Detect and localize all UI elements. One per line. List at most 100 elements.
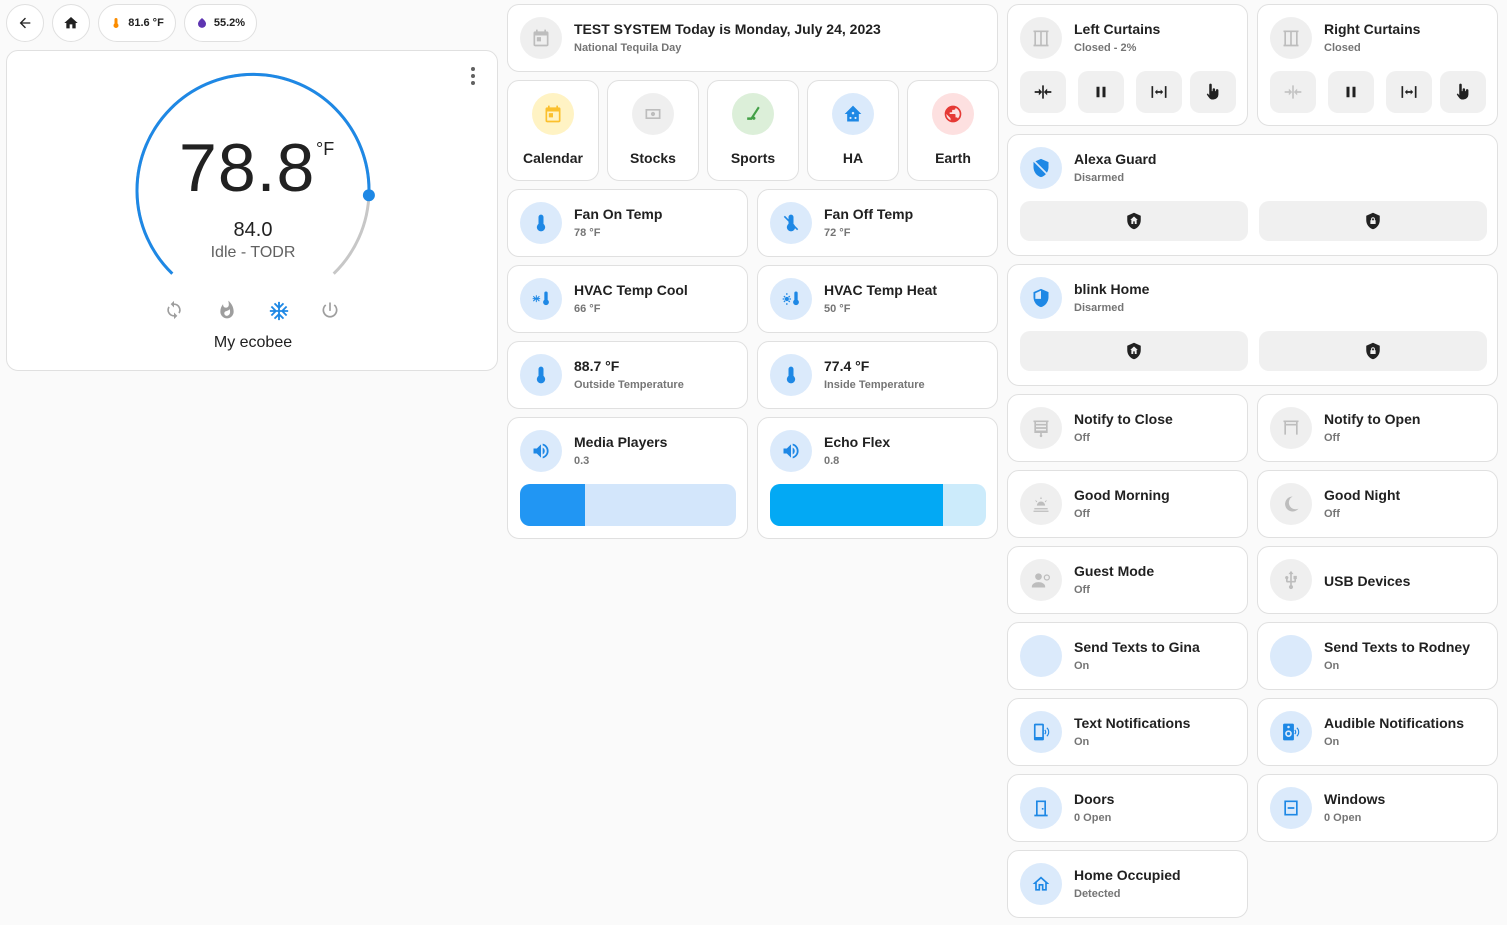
guest-mode-tile[interactable]: Guest Mode Off <box>1007 546 1248 614</box>
media-volume-slider[interactable] <box>520 484 736 526</box>
send-texts-rodney-tile[interactable]: Send Texts to Rodney On <box>1257 622 1498 690</box>
temp-unit: °F <box>316 139 335 159</box>
shortcut-sports[interactable]: Sports <box>707 80 799 181</box>
weather-sunset-up-icon <box>1020 483 1062 525</box>
shortcut-calendar[interactable]: Calendar <box>507 80 599 181</box>
fan-off-temp-tile[interactable]: Fan Off Temp 72 °F <box>757 189 998 257</box>
arm-away-button[interactable] <box>1259 331 1487 371</box>
stop-curtains-button[interactable] <box>1078 71 1124 113</box>
usb-devices-tile[interactable]: USB Devices <box>1257 546 1498 614</box>
stop-curtains-button[interactable] <box>1328 71 1374 113</box>
good-morning-tile[interactable]: Good Morning Off <box>1007 470 1248 538</box>
open-curtains-button[interactable] <box>1020 71 1066 113</box>
globe-icon <box>932 93 974 135</box>
tile-state: 0.3 <box>574 455 590 467</box>
tile-name: Good Night <box>1324 487 1401 503</box>
echo-volume-slider[interactable] <box>770 484 986 526</box>
thermometer-icon <box>113 18 119 28</box>
notify-to-open-tile[interactable]: Notify to Open Off <box>1257 394 1498 462</box>
alexa-guard-card[interactable]: Alexa Guard Disarmed <box>1007 134 1498 256</box>
arm-home-button[interactable] <box>1020 201 1248 241</box>
account-clock-icon <box>1020 559 1062 601</box>
shortcut-label: Stocks <box>630 150 676 166</box>
left-curtains-card[interactable]: Left Curtains Closed - 2% <box>1007 4 1248 126</box>
tile-name: Audible Notifications <box>1324 715 1464 731</box>
arm-away-button[interactable] <box>1259 201 1487 241</box>
shield-home-icon <box>1127 342 1141 360</box>
windows-tile[interactable]: Windows 0 Open <box>1257 774 1498 842</box>
home-button[interactable] <box>52 4 90 42</box>
hockey-stick-icon <box>732 93 774 135</box>
curtain-position-button[interactable] <box>1440 71 1486 113</box>
tile-state: Off <box>1324 508 1340 520</box>
tile-name: Guest Mode <box>1074 563 1155 579</box>
cool-mode-icon[interactable] <box>268 300 290 322</box>
send-texts-gina-tile[interactable]: Send Texts to Gina On <box>1007 622 1248 690</box>
shortcut-label: HA <box>842 150 864 166</box>
home-assistant-icon <box>832 93 874 135</box>
fan-on-temp-tile[interactable]: Fan On Temp 78 °F <box>507 189 748 257</box>
tile-name: Windows <box>1324 791 1386 807</box>
tile-state: Detected <box>1074 888 1121 900</box>
hand-pointer-icon <box>1456 83 1469 100</box>
hvac-temp-cool-tile[interactable]: HVAC Temp Cool 66 °F <box>507 265 748 333</box>
home-outline-icon <box>1020 863 1062 905</box>
target-temp-handle[interactable] <box>362 189 375 202</box>
tile-state: 66 °F <box>574 303 601 315</box>
text-notifications-tile[interactable]: Text Notifications On <box>1007 698 1248 766</box>
shortcut-ha[interactable]: HA <box>807 80 899 181</box>
shield-lock-icon <box>1366 212 1380 230</box>
humidity-chip[interactable]: 55.2% <box>184 4 257 42</box>
shield-lock-icon <box>1366 342 1380 360</box>
home-occupied-tile[interactable]: Home Occupied Detected <box>1007 850 1248 918</box>
tile-name: HVAC Temp Cool <box>574 282 688 298</box>
heat-mode-icon[interactable] <box>217 300 237 320</box>
shortcut-earth[interactable]: Earth <box>907 80 999 181</box>
humidity-value: 55.2% <box>213 17 246 29</box>
tile-name: Alexa Guard <box>1074 151 1157 167</box>
audible-notifications-tile[interactable]: Audible Notifications On <box>1257 698 1498 766</box>
inside-temp-tile[interactable]: 77.4 °F Inside Temperature <box>757 341 998 409</box>
power-icon[interactable] <box>320 300 340 320</box>
auto-mode-icon[interactable] <box>164 300 184 320</box>
tile-name: Right Curtains <box>1324 21 1421 37</box>
good-night-tile[interactable]: Good Night Off <box>1257 470 1498 538</box>
tile-name: Send Texts to Gina <box>1074 639 1200 655</box>
tile-name: Send Texts to Rodney <box>1324 639 1470 655</box>
thermostat-name: My ecobee <box>213 334 293 351</box>
curtain-position-button[interactable] <box>1190 71 1236 113</box>
back-button[interactable] <box>6 4 44 42</box>
right-curtains-card[interactable]: Right Curtains Closed <box>1257 4 1498 126</box>
tile-state: Off <box>1324 432 1340 444</box>
tile-name: Fan Off Temp <box>824 206 914 222</box>
hvac-temp-heat-tile[interactable]: HVAC Temp Heat 50 °F <box>757 265 998 333</box>
tile-state: Off <box>1074 508 1090 520</box>
close-curtains-button[interactable] <box>1136 71 1182 113</box>
media-players-tile[interactable]: Media Players 0.3 <box>507 417 748 539</box>
tile-name: Fan On Temp <box>574 206 663 222</box>
echo-flex-tile[interactable]: Echo Flex 0.8 <box>757 417 998 539</box>
more-options-button[interactable] <box>463 65 483 87</box>
notify-to-close-tile[interactable]: Notify to Close Off <box>1007 394 1248 462</box>
doors-tile[interactable]: Doors 0 Open <box>1007 774 1248 842</box>
tile-name: Doors <box>1074 791 1115 807</box>
tile-name: Notify to Open <box>1324 411 1421 427</box>
date-card[interactable]: TEST SYSTEM Today is Monday, July 24, 20… <box>507 4 998 72</box>
open-curtains-button[interactable] <box>1270 71 1316 113</box>
outdoor-temp-chip[interactable]: 81.6 °F <box>98 4 176 42</box>
target-temp: 84.0 <box>233 219 273 241</box>
shield-home-icon <box>1127 212 1141 230</box>
shortcut-stocks[interactable]: Stocks <box>607 80 699 181</box>
outside-temp-tile[interactable]: 88.7 °F Outside Temperature <box>507 341 748 409</box>
speaker-icon <box>520 430 562 472</box>
current-temp: 78.8 <box>179 130 316 206</box>
window-closed-icon <box>1270 787 1312 829</box>
thermometer-icon <box>520 202 562 244</box>
blink-home-card[interactable]: blink Home Disarmed <box>1007 264 1498 386</box>
message-icon <box>1270 635 1312 677</box>
close-curtains-button[interactable] <box>1386 71 1432 113</box>
tile-state: Outside Temperature <box>574 379 684 391</box>
date-title: TEST SYSTEM Today is Monday, July 24, 20… <box>574 21 881 37</box>
arm-home-button[interactable] <box>1020 331 1248 371</box>
arrow-expand-horizontal-icon <box>1401 86 1417 98</box>
